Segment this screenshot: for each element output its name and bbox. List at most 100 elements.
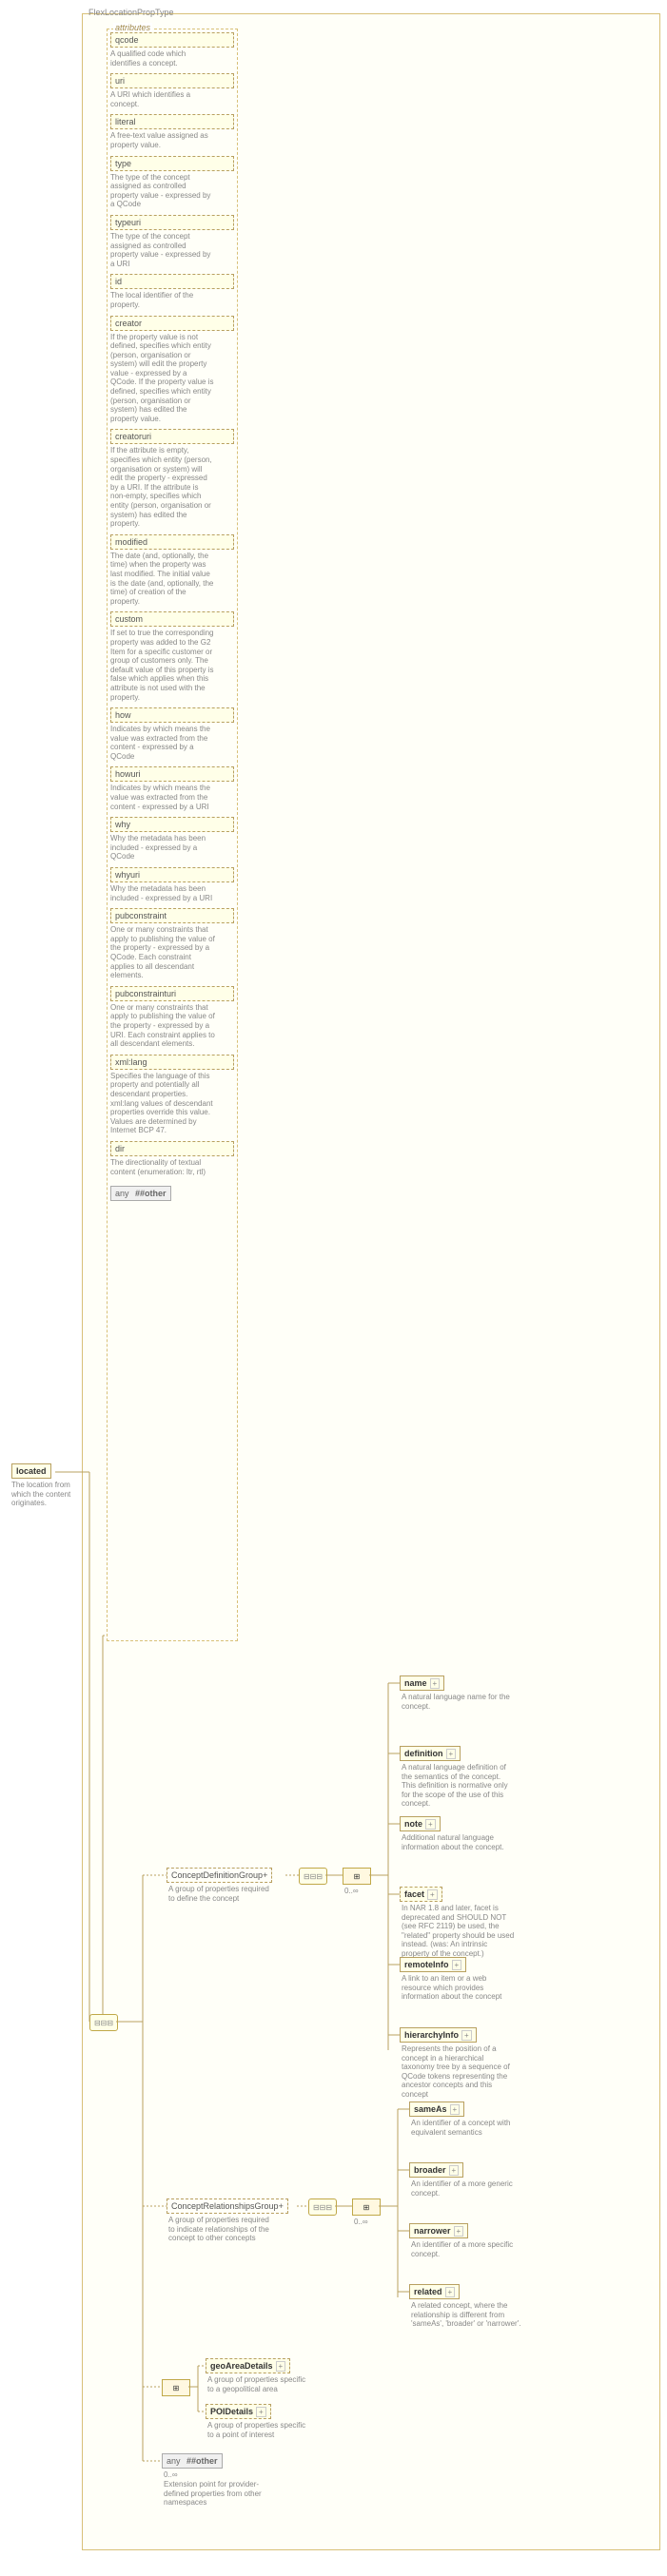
group-concept-definition[interactable]: ConceptDefinitionGroup+: [167, 1868, 272, 1883]
element-poi-details[interactable]: POIDetails+: [206, 2404, 271, 2419]
any-el-value: ##other: [186, 2456, 218, 2466]
attribute-qcode[interactable]: qcode: [110, 32, 234, 48]
expand-icon[interactable]: +: [449, 2165, 460, 2176]
expand-icon[interactable]: +: [445, 2287, 456, 2297]
cdg-desc: A group of properties required to define…: [168, 1885, 273, 1903]
attribute-literal[interactable]: literal: [110, 114, 234, 129]
element-desc: A related concept, where the relationshi…: [411, 2301, 525, 2329]
attribute-desc: One or many constraints that apply to pu…: [110, 925, 215, 980]
attribute-howuri[interactable]: howuri: [110, 766, 234, 782]
attribute-dir[interactable]: dir: [110, 1141, 234, 1156]
attribute-how[interactable]: how: [110, 707, 234, 723]
expand-icon[interactable]: +: [256, 2407, 266, 2417]
expand-icon[interactable]: +: [461, 2030, 472, 2041]
choice-details: ⊞: [162, 2379, 190, 2396]
any-el-label: any: [167, 2456, 181, 2466]
attribute-whyuri[interactable]: whyuri: [110, 867, 234, 882]
attribute-why[interactable]: why: [110, 817, 234, 832]
element-desc: A link to an item or a web resource whic…: [402, 1974, 516, 2002]
attribute-desc: If the attribute is empty, specifies whi…: [110, 446, 215, 528]
attribute-id[interactable]: id: [110, 274, 234, 289]
attribute-desc: If the property value is not defined, sp…: [110, 333, 215, 424]
any-element[interactable]: any ##other: [162, 2453, 223, 2469]
expand-icon[interactable]: +: [450, 2104, 461, 2115]
gad-label: geoAreaDetails: [210, 2361, 273, 2371]
attribute-desc: A URI which identifies a concept.: [110, 90, 215, 108]
element-broader[interactable]: broader+: [409, 2162, 463, 2178]
expand-icon[interactable]: +: [446, 1749, 457, 1759]
any-attr-value: ##other: [135, 1189, 167, 1198]
attribute-creator[interactable]: creator: [110, 316, 234, 331]
expand-icon[interactable]: +: [263, 1870, 267, 1880]
expand-icon[interactable]: +: [452, 1960, 462, 1970]
attribute-desc: The directionality of textual content (e…: [110, 1158, 215, 1176]
attributes-frame: attributes qcodeA qualified code which i…: [107, 29, 238, 1641]
attribute-custom[interactable]: custom: [110, 611, 234, 627]
located-desc: The location from which the content orig…: [11, 1481, 86, 1508]
any-el-desc: Extension point for provider-defined pro…: [164, 2480, 268, 2508]
attribute-uri[interactable]: uri: [110, 73, 234, 88]
element-remoteInfo[interactable]: remoteInfo+: [400, 1957, 466, 1972]
group-concept-relationships[interactable]: ConceptRelationshipsGroup+: [167, 2198, 288, 2214]
element-sameAs[interactable]: sameAs+: [409, 2101, 464, 2117]
element-hierarchyInfo[interactable]: hierarchyInfo+: [400, 2027, 477, 2043]
crg-label: ConceptRelationshipsGroup: [171, 2201, 279, 2211]
element-facet[interactable]: facet+: [400, 1887, 442, 1902]
poi-label: POIDetails: [210, 2407, 253, 2416]
element-desc: In NAR 1.8 and later, facet is deprecate…: [402, 1904, 516, 1959]
crg-card: 0..∞: [354, 2218, 368, 2226]
element-desc: Represents the position of a concept in …: [402, 2044, 516, 2100]
element-desc: An identifier of a more generic concept.: [411, 2179, 525, 2198]
expand-icon[interactable]: +: [279, 2201, 284, 2211]
attribute-modified[interactable]: modified: [110, 534, 234, 550]
element-note[interactable]: note+: [400, 1816, 441, 1831]
element-desc: A natural language definition of the sem…: [402, 1763, 516, 1809]
expand-icon[interactable]: +: [430, 1678, 441, 1689]
attribute-desc: The date (and, optionally, the time) whe…: [110, 552, 215, 607]
attribute-pubconstrainturi[interactable]: pubconstrainturi: [110, 986, 234, 1001]
attributes-label: attributes: [113, 23, 152, 32]
any-label: any: [115, 1189, 129, 1198]
expand-icon[interactable]: +: [425, 1819, 436, 1830]
expand-icon[interactable]: +: [454, 2226, 464, 2237]
poi-desc: A group of properties specific to a poin…: [207, 2421, 312, 2439]
attribute-desc: A free-text value assigned as property v…: [110, 131, 215, 149]
attribute-desc: If set to true the corresponding propert…: [110, 629, 215, 702]
element-desc: An identifier of a concept with equivale…: [411, 2119, 525, 2137]
type-name: FlexLocationPropType: [88, 8, 174, 17]
seq-main: ⊟⊟⊟: [89, 2014, 118, 2031]
attribute-desc: The type of the concept assigned as cont…: [110, 173, 215, 209]
attribute-desc: Indicates by which means the value was e…: [110, 725, 215, 761]
attribute-creatoruri[interactable]: creatoruri: [110, 429, 234, 444]
crg-desc: A group of properties required to indica…: [168, 2216, 273, 2243]
any-attribute[interactable]: any ##other: [110, 1186, 171, 1201]
element-desc: An identifier of a more specific concept…: [411, 2240, 525, 2258]
attribute-desc: A qualified code which identifies a conc…: [110, 49, 215, 68]
attribute-xml-lang[interactable]: xml:lang: [110, 1055, 234, 1070]
expand-icon[interactable]: +: [276, 2361, 286, 2372]
attribute-desc: The type of the concept assigned as cont…: [110, 232, 215, 268]
attribute-typeuri[interactable]: typeuri: [110, 215, 234, 230]
located-label: located: [16, 1466, 47, 1476]
element-desc: A natural language name for the concept.: [402, 1693, 516, 1711]
cdg-card: 0..∞: [344, 1887, 359, 1895]
cdg-label: ConceptDefinitionGroup: [171, 1870, 263, 1880]
choice-crg: ⊞: [352, 2198, 381, 2216]
attribute-desc: One or many constraints that apply to pu…: [110, 1003, 215, 1049]
any-el-card: 0..∞: [164, 2470, 178, 2479]
seq-crg: ⊟⊟⊟: [308, 2198, 337, 2216]
attribute-pubconstraint[interactable]: pubconstraint: [110, 908, 234, 923]
element-related[interactable]: related+: [409, 2284, 460, 2299]
element-desc: Additional natural language information …: [402, 1833, 516, 1851]
element-definition[interactable]: definition+: [400, 1746, 461, 1761]
element-located[interactable]: located: [11, 1463, 51, 1479]
element-geo-area-details[interactable]: geoAreaDetails+: [206, 2358, 290, 2373]
attribute-type[interactable]: type: [110, 156, 234, 171]
gad-desc: A group of properties specific to a geop…: [207, 2375, 312, 2393]
element-narrower[interactable]: narrower+: [409, 2223, 468, 2238]
attribute-desc: Why the metadata has been included - exp…: [110, 884, 215, 902]
element-name[interactable]: name+: [400, 1675, 444, 1691]
expand-icon[interactable]: +: [427, 1889, 438, 1900]
attribute-desc: Specifies the language of this property …: [110, 1072, 215, 1135]
attribute-desc: The local identifier of the property.: [110, 291, 215, 309]
